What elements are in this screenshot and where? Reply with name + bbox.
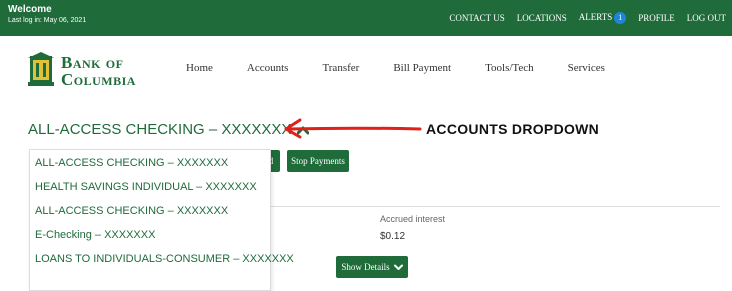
bank-name-line2: Columbia (61, 70, 136, 89)
nav-transfer[interactable]: Transfer (322, 62, 359, 74)
section-divider (268, 206, 720, 207)
alerts-count-badge: 1 (614, 12, 627, 24)
welcome-block: Welcome Last log in: May 06, 2021 (8, 4, 86, 26)
annotation-label: ACCOUNTS DROPDOWN (426, 121, 600, 137)
main-nav: Home Accounts Transfer Bill Payment Tool… (186, 62, 639, 74)
bank-name-line1: Bank of (61, 53, 124, 72)
account-selector[interactable]: ALL-ACCESS CHECKING – XXXXXXX (28, 121, 310, 138)
nav-services[interactable]: Services (568, 62, 605, 74)
bank-name: Bank of Columbia (61, 54, 136, 88)
accounts-dropdown: ALL-ACCESS CHECKING – XXXXXXX HEALTH SAV… (29, 149, 294, 291)
chevron-down-icon (393, 264, 403, 270)
accrued-interest-label: Accrued interest (380, 214, 446, 224)
last-login-text: Last log in: May 06, 2021 (8, 17, 87, 24)
annotation-arrow-icon (284, 118, 422, 139)
nav-accounts[interactable]: Accounts (247, 62, 289, 74)
nav-tools-tech[interactable]: Tools/Tech (485, 62, 534, 74)
dropdown-item-account[interactable]: HEALTH SAVINGS INDIVIDUAL – XXXXXXX (35, 181, 257, 193)
show-details-label: Show Details (341, 262, 390, 272)
bank-building-icon (28, 52, 54, 86)
dropdown-item-account[interactable]: ALL-ACCESS CHECKING – XXXXXXX (35, 157, 228, 169)
alerts-label: ALERTS (578, 12, 613, 22)
bank-logo[interactable]: Bank of Columbia (28, 52, 168, 92)
account-title: ALL-ACCESS CHECKING – XXXXXXX (28, 121, 292, 138)
dropdown-item-account[interactable]: ALL-ACCESS CHECKING – XXXXXXX (35, 205, 228, 217)
show-details-button[interactable]: Show Details (336, 256, 408, 278)
locations-link[interactable]: LOCATIONS (517, 13, 567, 23)
stop-payments-button[interactable]: Stop Payments (287, 150, 349, 172)
dropdown-item-account[interactable]: E-Checking – XXXXXXX (35, 229, 155, 241)
accrued-interest-value: $0.12 (380, 231, 406, 242)
dropdown-item-account[interactable]: LOANS TO INDIVIDUALS-CONSUMER – XXXXXXX (35, 253, 294, 265)
welcome-text: Welcome (8, 4, 52, 15)
alerts-link[interactable]: ALERTS 1 (578, 12, 627, 24)
log-out-link[interactable]: LOG OUT (687, 13, 726, 23)
profile-link[interactable]: PROFILE (638, 13, 675, 23)
nav-bill-payment[interactable]: Bill Payment (393, 62, 451, 74)
top-utility-bar: Welcome Last log in: May 06, 2021 CONTAC… (0, 0, 732, 36)
nav-home[interactable]: Home (186, 62, 213, 74)
top-nav: CONTACT US LOCATIONS ALERTS 1 PROFILE LOG… (449, 0, 726, 36)
contact-us-link[interactable]: CONTACT US (449, 13, 504, 23)
